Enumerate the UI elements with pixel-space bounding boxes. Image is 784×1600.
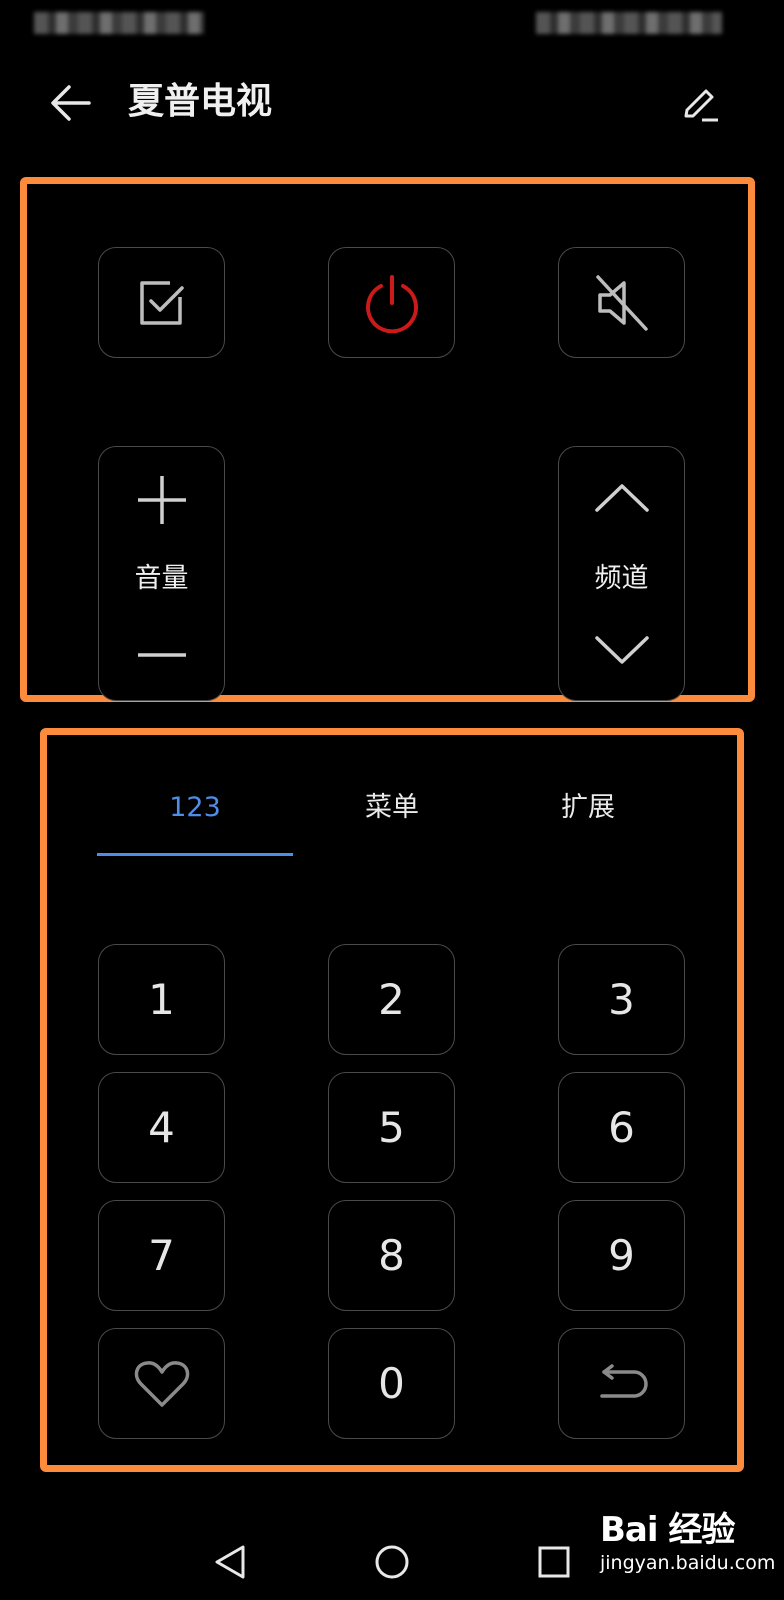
digit-8-button[interactable]: 8 — [328, 1200, 455, 1311]
return-icon — [599, 1363, 648, 1398]
back-button[interactable] — [44, 76, 98, 130]
chevron-down-icon — [595, 636, 649, 664]
power-icon — [365, 274, 418, 333]
digit-label: 3 — [608, 975, 635, 1024]
page-title: 夏普电视 — [128, 81, 273, 122]
mute-icon — [595, 274, 648, 331]
digit-label: 6 — [608, 1103, 635, 1152]
chevron-up-icon — [595, 484, 649, 512]
nav-recents-button[interactable] — [530, 1538, 578, 1586]
digit-label: 1 — [148, 975, 175, 1024]
digit-9-button[interactable]: 9 — [558, 1200, 685, 1311]
status-bar-right — [536, 12, 722, 34]
digit-6-button[interactable]: 6 — [558, 1072, 685, 1183]
digit-0-button[interactable]: 0 — [328, 1328, 455, 1439]
back-arrow-icon — [51, 85, 91, 121]
heart-icon — [134, 1360, 189, 1407]
return-button[interactable] — [558, 1328, 685, 1439]
watermark-brand: Bai 经验 — [600, 1510, 735, 1550]
digit-label: 2 — [378, 975, 405, 1024]
plus-icon — [138, 476, 186, 524]
minus-icon — [138, 653, 186, 657]
checkbox-icon — [139, 280, 184, 325]
nav-back-button[interactable] — [206, 1538, 254, 1586]
digit-label: 8 — [378, 1231, 405, 1280]
digit-7-button[interactable]: 7 — [98, 1200, 225, 1311]
digit-1-button[interactable]: 1 — [98, 944, 225, 1055]
square-recents-icon — [538, 1546, 570, 1578]
pencil-icon — [684, 89, 718, 122]
nav-home-button[interactable] — [368, 1538, 416, 1586]
volume-up-button[interactable] — [130, 468, 194, 532]
tab-123[interactable]: 123 — [97, 790, 293, 826]
channel-up-button[interactable] — [588, 470, 656, 526]
triangle-back-icon — [215, 1545, 245, 1579]
favorite-button[interactable] — [98, 1328, 225, 1439]
active-tab-indicator — [97, 853, 293, 856]
status-bar-left — [34, 12, 204, 34]
channel-label: 频道 — [594, 563, 649, 594]
watermark-site: jingyan.baidu.com — [600, 1552, 776, 1574]
tab-extend[interactable]: 扩展 — [490, 790, 686, 826]
watermark: Bai 经验 jingyan.baidu.com — [600, 1502, 775, 1574]
digit-label: 7 — [148, 1231, 175, 1280]
ok-button[interactable] — [98, 247, 225, 358]
digit-4-button[interactable]: 4 — [98, 1072, 225, 1183]
digit-label: 0 — [378, 1359, 405, 1408]
digit-label: 5 — [378, 1103, 405, 1152]
mute-button[interactable] — [558, 247, 685, 358]
volume-down-button[interactable] — [130, 616, 194, 680]
digit-2-button[interactable]: 2 — [328, 944, 455, 1055]
digit-label: 4 — [148, 1103, 175, 1152]
circle-home-icon — [375, 1545, 409, 1579]
edit-button[interactable] — [676, 80, 724, 128]
channel-down-button[interactable] — [588, 622, 656, 678]
digit-5-button[interactable]: 5 — [328, 1072, 455, 1183]
digit-3-button[interactable]: 3 — [558, 944, 685, 1055]
volume-label: 音量 — [134, 563, 189, 594]
power-button[interactable] — [328, 247, 455, 358]
tab-menu[interactable]: 菜单 — [294, 790, 490, 826]
digit-label: 9 — [608, 1231, 635, 1280]
